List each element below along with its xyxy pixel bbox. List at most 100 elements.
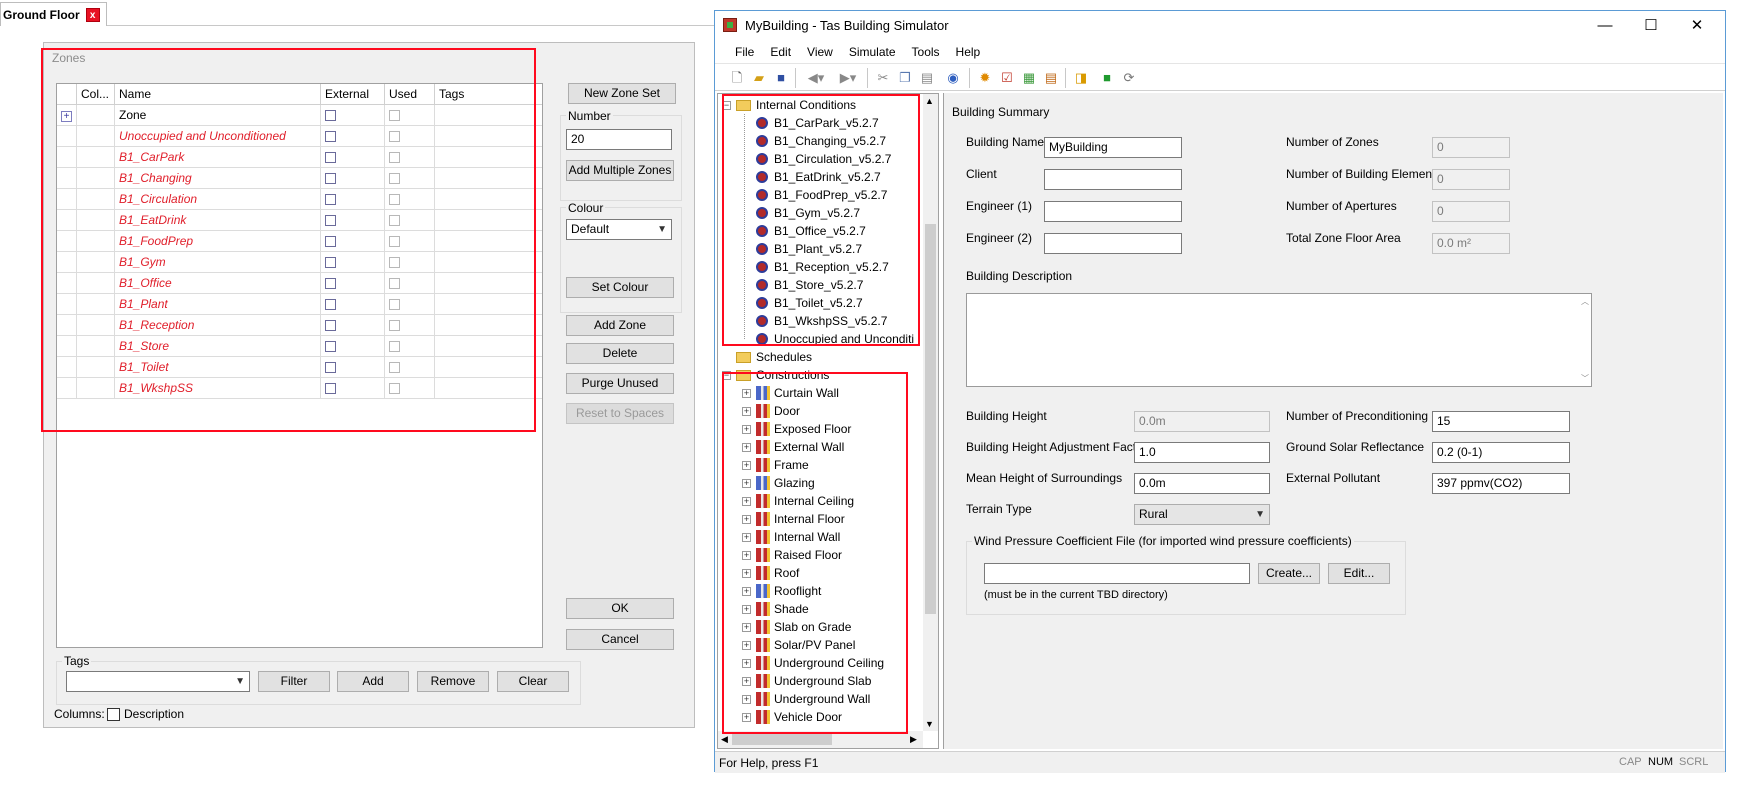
number-input[interactable]: 20 <box>566 129 672 150</box>
building-summary-heading: Building Summary <box>952 105 1050 119</box>
scroll-up-icon[interactable]: ︿ <box>1581 296 1589 307</box>
tree-item-schedules[interactable]: Schedules <box>756 348 812 366</box>
description-label: Description <box>124 707 185 721</box>
save-icon[interactable]: ■ <box>773 70 789 86</box>
tab-ground-floor-label: Ground Floor <box>3 7 80 22</box>
external-pollutant-label: External Pollutant <box>1286 471 1381 485</box>
annotation-zones-list <box>41 48 536 432</box>
mean-height-input[interactable]: 0.0m <box>1134 473 1270 494</box>
checklist-icon[interactable]: ☑ <box>999 70 1015 86</box>
terrain-type-value: Rural <box>1139 507 1168 521</box>
window-title: MyBuilding - Tas Building Simulator <box>745 18 949 33</box>
client-input[interactable] <box>1044 169 1182 190</box>
back-icon[interactable]: ◀▾ <box>803 70 829 86</box>
purge-unused-button[interactable]: Purge Unused <box>566 373 674 394</box>
client-label: Client <box>966 167 997 181</box>
engineer1-input[interactable] <box>1044 201 1182 222</box>
preconditioning-days-input[interactable]: 15 <box>1432 411 1570 432</box>
menu-edit[interactable]: Edit <box>762 41 799 63</box>
wind-pressure-label: Wind Pressure Coefficient File (for impo… <box>972 534 1354 548</box>
maximize-button[interactable]: ☐ <box>1629 15 1673 37</box>
colour-label: Colour <box>566 201 606 215</box>
mean-height-label: Mean Height of Surroundings <box>966 471 1123 485</box>
open-folder-icon[interactable]: ▰ <box>751 70 767 86</box>
clear-tags-button[interactable]: Clear <box>497 671 569 692</box>
engineer2-label: Engineer (2) <box>966 231 1033 245</box>
num-apertures-value: 0 <box>1432 201 1510 222</box>
app-icon <box>723 18 737 32</box>
height-adjustment-input[interactable]: 1.0 <box>1134 442 1270 463</box>
wind-pressure-note: (must be in the current TBD directory) <box>984 589 1168 601</box>
terrain-type-select[interactable]: Rural ▼ <box>1134 504 1270 525</box>
chevron-down-icon: ▼ <box>1255 509 1265 520</box>
refresh-icon[interactable]: ⟳ <box>1121 70 1137 86</box>
table-icon[interactable]: ▤ <box>1043 70 1059 86</box>
scroll-left-icon[interactable]: ◀ <box>721 734 728 745</box>
floor-area-value: 0.0 m² <box>1432 233 1510 254</box>
sun-icon[interactable]: ✹ <box>977 70 993 86</box>
building-name-input[interactable]: MyBuilding <box>1044 137 1182 158</box>
cancel-button[interactable]: Cancel <box>566 629 674 650</box>
scroll-down-icon[interactable]: ﹀ <box>1581 373 1589 384</box>
tab-ground-floor[interactable]: Ground Floor x <box>0 2 107 26</box>
menu-tools[interactable]: Tools <box>904 41 948 63</box>
building-description-textarea[interactable]: ︿ ﹀ <box>966 293 1592 387</box>
description-checkbox[interactable] <box>107 708 120 721</box>
annotation-internal-conditions <box>722 94 920 346</box>
engineer2-input[interactable] <box>1044 233 1182 254</box>
tags-select[interactable]: ▼ <box>66 671 250 692</box>
remove-tag-button[interactable]: Remove <box>417 671 489 692</box>
menu-view[interactable]: View <box>799 41 841 63</box>
height-adjustment-label: Building Height Adjustment Factor <box>966 440 1147 454</box>
close-icon[interactable]: x <box>85 7 100 22</box>
tree-horizontal-scroll-thumb[interactable] <box>732 734 832 745</box>
solar-reflectance-label: Ground Solar Reflectance <box>1286 440 1425 454</box>
scroll-right-icon[interactable]: ▶ <box>910 734 917 745</box>
menu-file[interactable]: File <box>727 41 762 63</box>
reset-to-spaces-button[interactable]: Reset to Spaces <box>566 403 674 424</box>
tags-label: Tags <box>62 654 92 668</box>
colour-select[interactable]: Default ▼ <box>566 219 672 240</box>
filter-button[interactable]: Filter <box>258 671 330 692</box>
menu-help[interactable]: Help <box>948 41 989 63</box>
close-button[interactable]: ✕ <box>1675 15 1719 37</box>
set-colour-button[interactable]: Set Colour <box>566 277 674 298</box>
scroll-up-icon[interactable]: ▲ <box>925 96 934 106</box>
copy-icon[interactable]: ❐ <box>897 70 913 86</box>
new-file-icon[interactable]: 🗋 <box>729 70 745 86</box>
delete-button[interactable]: Delete <box>566 343 674 364</box>
ok-button[interactable]: OK <box>566 598 674 619</box>
create-button[interactable]: Create... <box>1258 563 1320 584</box>
menu-bar: File Edit View Simulate Tools Help <box>715 41 1725 63</box>
forward-icon[interactable]: ▶▾ <box>835 70 861 86</box>
toolbar: 🗋 ▰ ■ ◀▾ ▶▾ ✂ ❐ ▤ ◉ ✹ ☑ ▦ ▤ ◨ ■ ⟳ <box>715 63 1725 91</box>
minimize-button[interactable]: — <box>1583 15 1627 37</box>
num-apertures-label: Number of Apertures <box>1286 199 1397 213</box>
tree-vertical-scroll-thumb[interactable] <box>925 224 936 614</box>
num-elements-value: 0 <box>1432 169 1510 190</box>
status-scrl: SCRL <box>1679 756 1709 768</box>
add-zone-button[interactable]: Add Zone <box>566 315 674 336</box>
solar-reflectance-input[interactable]: 0.2 (0-1) <box>1432 442 1570 463</box>
status-num: NUM <box>1648 756 1674 768</box>
new-zone-set-button[interactable]: New Zone Set <box>568 83 676 104</box>
number-group <box>560 115 682 201</box>
columns-label: Columns: <box>54 707 105 721</box>
num-zones-value: 0 <box>1432 137 1510 158</box>
building-height-value: 0.0m <box>1134 411 1270 432</box>
edit-button[interactable]: Edit... <box>1328 563 1390 584</box>
report-icon[interactable]: ◨ <box>1073 70 1089 86</box>
globe-icon[interactable]: ◉ <box>945 70 961 86</box>
add-tag-button[interactable]: Add <box>337 671 409 692</box>
3d-cube-icon[interactable]: ■ <box>1099 70 1115 86</box>
paste-icon[interactable]: ▤ <box>919 70 935 86</box>
status-help-text: For Help, press F1 <box>719 756 819 770</box>
cut-icon[interactable]: ✂ <box>875 70 891 86</box>
external-pollutant-input[interactable]: 397 ppmv(CO2) <box>1432 473 1570 494</box>
scroll-down-icon[interactable]: ▼ <box>925 719 934 729</box>
grid-icon[interactable]: ▦ <box>1021 70 1037 86</box>
wind-pressure-file-input[interactable] <box>984 563 1250 584</box>
status-cap: CAP <box>1619 756 1642 768</box>
menu-simulate[interactable]: Simulate <box>841 41 904 63</box>
add-multiple-zones-button[interactable]: Add Multiple Zones <box>566 160 674 181</box>
